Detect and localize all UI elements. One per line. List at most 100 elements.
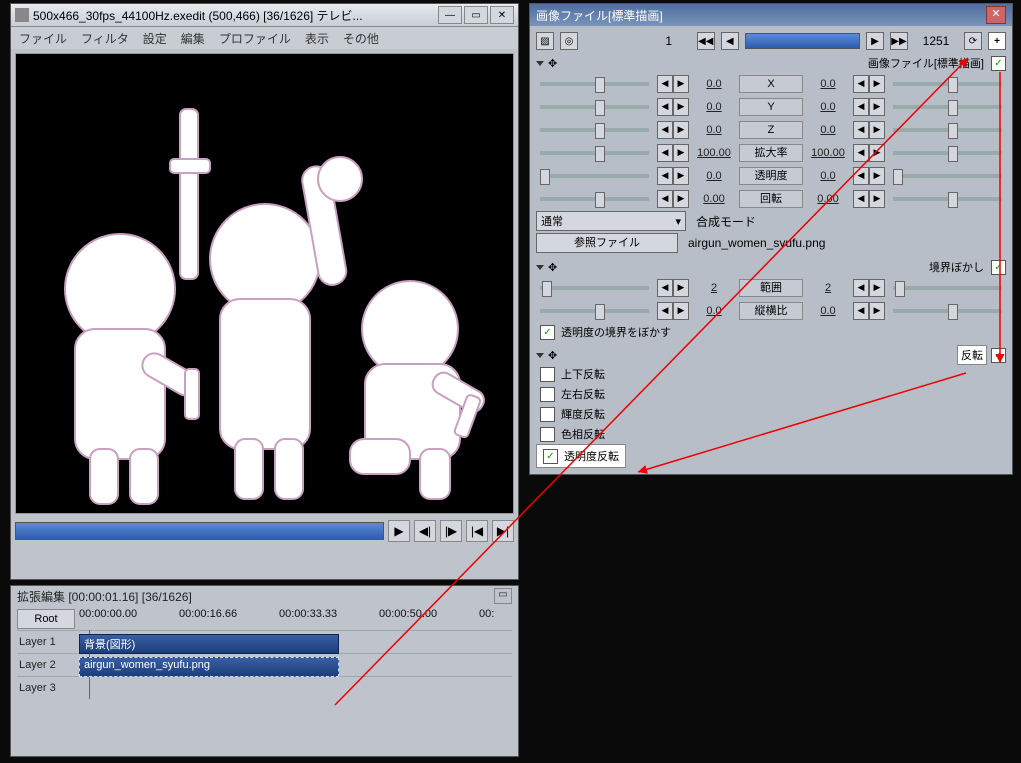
range-value-left[interactable]: 2 — [693, 282, 735, 294]
section-image-enable[interactable]: ✓ — [991, 56, 1006, 71]
y-slider-left[interactable] — [540, 105, 649, 109]
menu-filter[interactable]: フィルタ — [81, 30, 129, 47]
refresh-icon[interactable]: ⟳ — [964, 32, 982, 50]
alpha-label[interactable]: 透明度 — [739, 167, 803, 185]
x-slider-left[interactable] — [540, 82, 649, 86]
add-filter-button[interactable]: + — [988, 32, 1006, 50]
aspect-slider-left[interactable] — [540, 309, 649, 313]
rot-label[interactable]: 回転 — [739, 190, 803, 208]
minimize-button[interactable]: — — [438, 6, 462, 24]
range-slider-right[interactable] — [893, 286, 1002, 290]
z-value-left[interactable]: 0.0 — [693, 124, 735, 136]
reference-file-button[interactable]: 参照ファイル — [536, 233, 678, 253]
root-button[interactable]: Root — [17, 609, 75, 629]
close-button[interactable]: ✕ — [490, 6, 514, 24]
frame-first-button[interactable]: ◀◀ — [697, 32, 715, 50]
rot-value-left[interactable]: 0.00 — [693, 193, 735, 205]
x-inc[interactable]: ▶ — [673, 75, 689, 93]
section-blur-enable[interactable]: ✓ — [991, 260, 1006, 275]
x-value-left[interactable]: 0.0 — [693, 78, 735, 90]
menu-profile[interactable]: プロファイル — [219, 30, 291, 47]
flip-alpha-check[interactable]: ✓ — [543, 449, 558, 464]
play-button[interactable]: ▶ — [388, 520, 410, 542]
y-value-right[interactable]: 0.0 — [807, 101, 849, 113]
rot-slider-left[interactable] — [540, 197, 649, 201]
frame-last-button[interactable]: ▶▶ — [890, 32, 908, 50]
properties-close-button[interactable]: ✕ — [986, 6, 1006, 24]
frame-end: 1251 — [914, 34, 958, 48]
layer-3-label[interactable]: Layer 3 — [17, 682, 79, 694]
x-label[interactable]: X — [739, 75, 803, 93]
collapse-icon[interactable] — [536, 265, 544, 270]
flip-v-check[interactable] — [540, 367, 555, 382]
scale-value-right[interactable]: 100.00 — [807, 147, 849, 159]
menu-settings[interactable]: 設定 — [143, 30, 167, 47]
section-flip-enable[interactable]: ✓ — [991, 348, 1006, 363]
maximize-button[interactable]: ▭ — [464, 6, 488, 24]
collapse-icon[interactable] — [536, 61, 544, 66]
x-dec[interactable]: ◀ — [657, 75, 673, 93]
z-slider-right[interactable] — [893, 128, 1002, 132]
main-titlebar[interactable]: 500x466_30fps_44100Hz.exedit (500,466) [… — [11, 4, 518, 27]
menu-file[interactable]: ファイル — [19, 30, 67, 47]
anchor-icon[interactable]: ▨ — [536, 32, 554, 50]
step-fwd-button[interactable]: |▶ — [440, 520, 462, 542]
alpha-value-left[interactable]: 0.0 — [693, 170, 735, 182]
collapse-icon[interactable] — [536, 353, 544, 358]
layer-1-track[interactable]: 背景(図形) — [79, 633, 512, 651]
clip-image[interactable]: airgun_women_syufu.png — [79, 657, 339, 677]
alpha-slider-right[interactable] — [893, 174, 1002, 178]
properties-titlebar[interactable]: 画像ファイル[標準描画] ✕ — [530, 4, 1012, 26]
menu-edit[interactable]: 編集 — [181, 30, 205, 47]
aspect-value-right[interactable]: 0.0 — [807, 305, 849, 317]
x-slider-right[interactable] — [893, 82, 1002, 86]
flip-hue-check[interactable] — [540, 427, 555, 442]
flip-lum-check[interactable] — [540, 407, 555, 422]
rot-slider-right[interactable] — [893, 197, 1002, 201]
blur-alpha-check[interactable]: ✓ — [540, 325, 555, 340]
z-label[interactable]: Z — [739, 121, 803, 139]
prev-kf-button[interactable]: |◀ — [466, 520, 488, 542]
alpha-slider-left[interactable] — [540, 174, 649, 178]
time-ruler[interactable]: 00:00:00.00 00:00:16.66 00:00:33.33 00:0… — [79, 608, 512, 630]
transport-bar: ▶ ◀| |▶ |◀ ▶| — [15, 518, 514, 544]
layer-1-label[interactable]: Layer 1 — [17, 636, 79, 648]
layer-2-track[interactable]: airgun_women_syufu.png — [79, 656, 512, 674]
frame-slider[interactable] — [745, 33, 860, 49]
clip-background[interactable]: 背景(図形) — [79, 634, 339, 654]
timeline-collapse-icon[interactable]: ▭ — [494, 588, 512, 604]
target-icon[interactable]: ◎ — [560, 32, 578, 50]
playback-slider[interactable] — [15, 522, 384, 540]
layer-3-track[interactable] — [79, 679, 512, 697]
menu-other[interactable]: その他 — [343, 30, 379, 47]
step-back-button[interactable]: ◀| — [414, 520, 436, 542]
z-value-right[interactable]: 0.0 — [807, 124, 849, 136]
preview-canvas — [15, 53, 514, 514]
frame-prev-button[interactable]: ◀ — [721, 32, 739, 50]
rot-value-right[interactable]: 0.00 — [807, 193, 849, 205]
range-slider-left[interactable] — [540, 286, 649, 290]
alpha-value-right[interactable]: 0.0 — [807, 170, 849, 182]
section-image-label: 画像ファイル[標準描画] — [865, 54, 987, 72]
scale-label[interactable]: 拡大率 — [739, 144, 803, 162]
flip-h-check[interactable] — [540, 387, 555, 402]
scale-value-left[interactable]: 100.00 — [693, 147, 735, 159]
range-value-right[interactable]: 2 — [807, 282, 849, 294]
blend-mode-dropdown[interactable]: 通常▾ — [536, 211, 686, 231]
aspect-value-left[interactable]: 0.0 — [693, 305, 735, 317]
layer-2-label[interactable]: Layer 2 — [17, 659, 79, 671]
next-kf-button[interactable]: ▶| — [492, 520, 514, 542]
menu-view[interactable]: 表示 — [305, 30, 329, 47]
y-label[interactable]: Y — [739, 98, 803, 116]
aspect-label[interactable]: 縦横比 — [739, 302, 803, 320]
x-value-right[interactable]: 0.0 — [807, 78, 849, 90]
z-slider-left[interactable] — [540, 128, 649, 132]
aspect-slider-right[interactable] — [893, 309, 1002, 313]
scale-slider-right[interactable] — [893, 151, 1002, 155]
timeline-title[interactable]: 拡張編集 [00:00:01.16] [36/1626] ▭ — [11, 586, 518, 606]
frame-next-button[interactable]: ▶ — [866, 32, 884, 50]
range-label[interactable]: 範囲 — [739, 279, 803, 297]
y-slider-right[interactable] — [893, 105, 1002, 109]
scale-slider-left[interactable] — [540, 151, 649, 155]
y-value-left[interactable]: 0.0 — [693, 101, 735, 113]
